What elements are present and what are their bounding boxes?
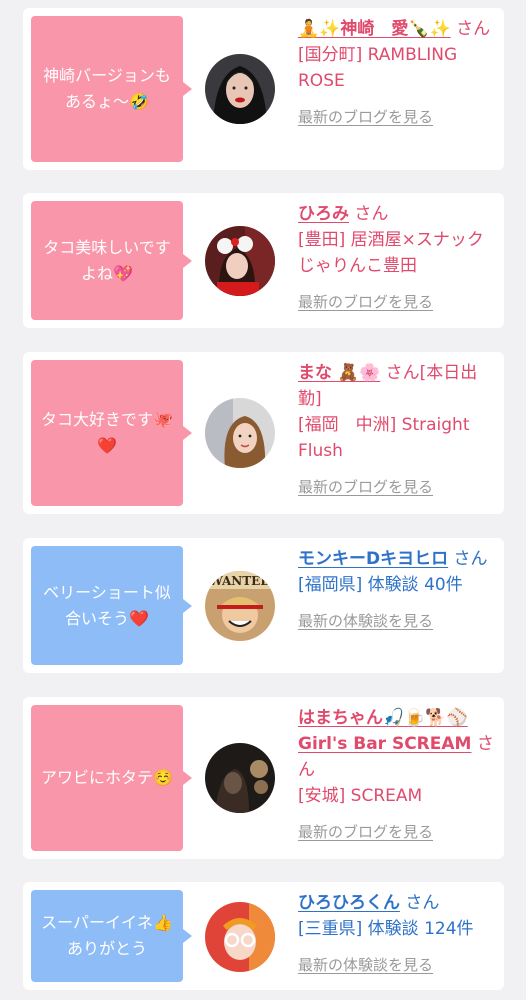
comment-card: ベリーショート似 合いそう❤️ WANTED モンキーDキヨヒロ さん [福岡県… (23, 538, 504, 673)
shop-label: [福岡県] 体験談 40件 (298, 575, 463, 595)
comment-bubble: タコ大好きです🐙 ❤️ (31, 360, 192, 506)
shop-label: [安城] SCREAM (298, 786, 423, 806)
avatar[interactable] (205, 226, 275, 296)
shop-label: [福岡 中洲] Straight Flush (298, 415, 470, 461)
comment-card: タコ大好きです🐙 ❤️ まな 🧸🌸 さん[本日出勤] [福岡 中洲] Strai… (23, 352, 504, 514)
svg-text:WANTED: WANTED (208, 574, 270, 588)
user-info: ひろみ さん [豊田] 居酒屋×スナック じゃりんこ豊田 最新のブログを見る (298, 201, 498, 315)
comment-feed: 神崎バージョンも あるょ〜🤣 🧘✨神崎 愛🍾✨ さん [国分町] RAMBLIN… (0, 0, 526, 1000)
honorific: さん (453, 549, 488, 569)
comment-text-line: ベリーショート似 (43, 582, 171, 602)
comment-bubble: タコ美味しいです よね💖 (31, 201, 192, 320)
honorific: さん (354, 204, 389, 224)
latest-blog-link[interactable]: 最新のブログを見る (298, 104, 498, 130)
comment-text-line: ❤️ (97, 436, 117, 455)
user-info: はまちゃん🎣🍺🐕⚾ Girl's Bar SCREAM さん [安城] SCRE… (298, 705, 498, 845)
avatar[interactable] (205, 54, 275, 124)
comment-card: スーパーイイネ👍 ありがとう ひろひろくん さん [三重県] 体験談 124件 … (23, 882, 504, 990)
comment-text-line: スーパーイイネ👍 (41, 913, 173, 932)
shop-label: [三重県] 体験談 124件 (298, 919, 474, 939)
comment-text-line: 神崎バージョンも (43, 66, 171, 85)
comment-text-line: ありがとう (66, 939, 147, 958)
comment-text-line: よね💖 (81, 263, 133, 283)
user-name-link[interactable]: ひろひろくん (298, 893, 400, 913)
honorific: さん (456, 19, 491, 39)
shop-label: [豊田] 居酒屋×スナック じゃりんこ豊田 (298, 230, 484, 276)
honorific: さん (405, 893, 440, 913)
user-name-link[interactable]: まな 🧸🌸 (298, 363, 380, 383)
avatar[interactable] (205, 902, 275, 972)
user-name-link[interactable]: ひろみ (298, 204, 349, 224)
comment-card: 神崎バージョンも あるょ〜🤣 🧘✨神崎 愛🍾✨ さん [国分町] RAMBLIN… (23, 8, 504, 170)
comment-bubble: 神崎バージョンも あるょ〜🤣 (31, 16, 192, 162)
latest-review-link[interactable]: 最新の体験談を見る (298, 608, 498, 634)
latest-blog-link[interactable]: 最新のブログを見る (298, 819, 498, 845)
comment-bubble: アワビにホタテ☺️ (31, 705, 192, 851)
latest-review-link[interactable]: 最新の体験談を見る (298, 952, 498, 978)
comment-text-line: 合いそう❤️ (65, 608, 149, 628)
comment-card: アワビにホタテ☺️ はまちゃん🎣🍺🐕⚾ Girl's Bar SCREAM さん… (23, 697, 504, 859)
avatar[interactable] (205, 743, 275, 813)
user-name-link[interactable]: モンキーDキヨヒロ (298, 549, 448, 569)
user-info: まな 🧸🌸 さん[本日出勤] [福岡 中洲] Straight Flush 最新… (298, 360, 498, 500)
comment-text-line: タコ美味しいです (43, 237, 171, 257)
user-info: モンキーDキヨヒロ さん [福岡県] 体験談 40件 最新の体験談を見る (298, 546, 498, 634)
shop-label: [国分町] RAMBLING ROSE (298, 45, 458, 91)
comment-text-line: あるょ〜🤣 (65, 92, 149, 111)
comment-text-line: タコ大好きです🐙 (41, 410, 173, 429)
user-info: ひろひろくん さん [三重県] 体験談 124件 最新の体験談を見る (298, 890, 498, 978)
latest-blog-link[interactable]: 最新のブログを見る (298, 474, 498, 500)
comment-bubble: ベリーショート似 合いそう❤️ (31, 546, 192, 665)
comment-text-line: アワビにホタテ☺️ (41, 768, 173, 787)
user-name-link[interactable]: 🧘✨神崎 愛🍾✨ (298, 19, 451, 39)
avatar[interactable]: WANTED (205, 571, 275, 641)
comment-card: タコ美味しいです よね💖 ひろみ さん [豊田] 居酒屋×スナック じゃりんこ豊… (23, 193, 504, 328)
latest-blog-link[interactable]: 最新のブログを見る (298, 289, 498, 315)
user-name-link[interactable]: はまちゃん🎣🍺🐕⚾ Girl's Bar SCREAM (298, 708, 471, 754)
avatar[interactable] (205, 398, 275, 468)
comment-bubble: スーパーイイネ👍 ありがとう (31, 890, 192, 982)
user-info: 🧘✨神崎 愛🍾✨ さん [国分町] RAMBLING ROSE 最新のブログを見… (298, 16, 498, 130)
